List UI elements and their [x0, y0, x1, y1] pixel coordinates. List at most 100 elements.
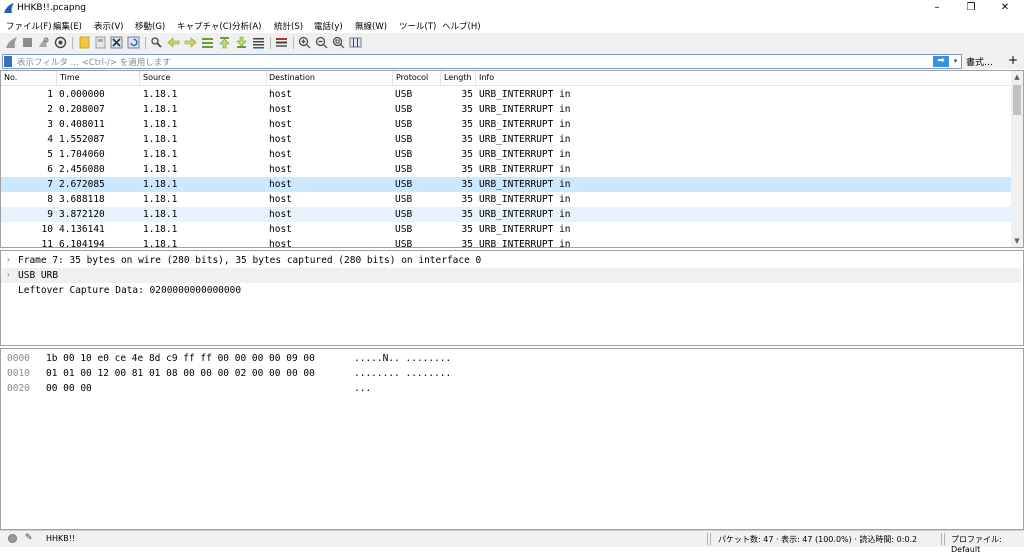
expressions-button[interactable]: 書式… [966, 55, 993, 68]
cell-length: 35 [461, 224, 473, 235]
cell-source: 1.18.1 [143, 104, 178, 115]
display-filter-input[interactable]: 表示フィルタ … <Ctrl-/> を適用します ➡ ▾ [2, 54, 962, 69]
table-row[interactable]: 3 0.408011 1.18.1 host USB 35 URB_INTERRUPT in [1, 117, 1011, 132]
bytes-offset: 0010 [7, 368, 30, 379]
filter-history-dropdown[interactable]: ▾ [951, 56, 960, 67]
expand-arrow-icon[interactable]: › [6, 255, 11, 264]
packet-list-scrollbar[interactable]: ▲ ▼ [1011, 71, 1023, 247]
menu-telephony[interactable]: 電話(y) [314, 20, 343, 32]
cell-source: 1.18.1 [143, 164, 178, 175]
cell-time: 3.872120 [59, 209, 105, 220]
cell-no: 1 [47, 89, 53, 100]
table-row[interactable]: 11 6.104194 1.18.1 host USB 35 URB_INTERRUPT i… [1, 237, 1011, 248]
bytes-hex[interactable]: 1b 00 10 e0 ce 4e 8d c9 ff ff 00 00 00 0… [46, 353, 315, 364]
detail-row-usb-urb[interactable]: › USB URB [1, 268, 1021, 283]
bytes-row[interactable]: 0000 1b 00 10 e0 ce 4e 8d c9 ff ff 00 00… [1, 351, 1021, 366]
menu-capture[interactable]: キャプチャ(C) [177, 20, 232, 32]
open-file-icon[interactable] [78, 36, 91, 49]
menu-statistics[interactable]: 統計(S) [274, 20, 303, 32]
autoscroll-icon[interactable] [252, 36, 265, 49]
go-forward-icon[interactable] [184, 36, 197, 49]
go-to-packet-icon[interactable] [201, 36, 214, 49]
col-header-source[interactable]: Source [143, 73, 170, 82]
menu-go[interactable]: 移動(G) [135, 20, 165, 32]
menu-view[interactable]: 表示(V) [94, 20, 123, 32]
reload-file-icon[interactable] [127, 36, 140, 49]
scrollbar-thumb[interactable] [1013, 85, 1021, 115]
add-filter-button[interactable]: + [1008, 53, 1018, 67]
table-row[interactable]: 6 2.456080 1.18.1 host USB 35 URB_INTERRUPT in [1, 162, 1011, 177]
cell-no: 3 [47, 119, 53, 130]
start-capture-icon[interactable] [5, 36, 18, 49]
cell-length: 35 [461, 119, 473, 130]
bookmark-icon[interactable] [4, 56, 12, 67]
menu-file[interactable]: ファイル(F) [6, 20, 52, 32]
menu-analyze[interactable]: 分析(A) [232, 20, 261, 32]
capture-options-icon[interactable] [54, 36, 67, 49]
colorize-icon[interactable] [275, 36, 288, 49]
col-header-no[interactable]: No. [4, 73, 17, 82]
table-row[interactable]: 5 1.704060 1.18.1 host USB 35 URB_INTERRUPT in [1, 147, 1011, 162]
go-first-packet-icon[interactable] [218, 36, 231, 49]
menu-help[interactable]: ヘルプ(H) [442, 20, 481, 32]
minimize-button[interactable]: – [920, 0, 954, 17]
close-file-icon[interactable] [110, 36, 123, 49]
bytes-hex[interactable]: 00 00 00 [46, 383, 92, 394]
cell-time: 6.104194 [59, 239, 105, 248]
table-row[interactable]: 4 1.552087 1.18.1 host USB 35 URB_INTERRUPT in [1, 132, 1011, 147]
cell-info: URB_INTERRUPT in [479, 194, 571, 205]
cell-info: URB_INTERRUPT in [479, 89, 571, 100]
col-header-info[interactable]: Info [479, 73, 494, 82]
bytes-ascii[interactable]: ... [354, 383, 371, 394]
expand-arrow-icon[interactable]: › [6, 270, 11, 279]
go-back-icon[interactable] [167, 36, 180, 49]
menu-wireless[interactable]: 無線(W) [355, 20, 387, 32]
menu-tools[interactable]: ツール(T) [399, 20, 436, 32]
restart-capture-icon[interactable] [37, 36, 50, 49]
cell-info: URB_INTERRUPT in [479, 149, 571, 160]
detail-row-frame[interactable]: › Frame 7: 35 bytes on wire (280 bits), … [1, 253, 1021, 268]
save-file-icon[interactable] [94, 36, 107, 49]
bytes-row[interactable]: 0020 00 00 00 ... [1, 381, 1021, 396]
bytes-ascii[interactable]: .....N.. ........ [354, 353, 451, 364]
table-row[interactable]: 10 4.136141 1.18.1 host USB 35 URB_INTERRUPT i… [1, 222, 1011, 237]
col-header-time[interactable]: Time [60, 73, 80, 82]
stop-capture-icon[interactable] [21, 36, 34, 49]
table-row[interactable]: 2 0.208007 1.18.1 host USB 35 URB_INTERRUPT in [1, 102, 1011, 117]
apply-filter-button[interactable]: ➡ [933, 56, 949, 67]
scroll-down-icon[interactable]: ▼ [1011, 235, 1023, 247]
comment-pen-icon[interactable]: ✎ [25, 533, 33, 543]
detail-text: USB URB [18, 270, 59, 281]
zoom-normal-icon[interactable] [332, 36, 345, 49]
cell-length: 35 [461, 134, 473, 145]
bytes-row[interactable]: 0010 01 01 00 12 00 81 01 08 00 00 00 02… [1, 366, 1021, 381]
expert-info-icon[interactable] [8, 534, 17, 543]
bytes-hex[interactable]: 01 01 00 12 00 81 01 08 00 00 00 02 00 0… [46, 368, 315, 379]
table-row[interactable]: 8 3.688118 1.18.1 host USB 35 URB_INTERRUPT in [1, 192, 1011, 207]
filter-placeholder: 表示フィルタ … <Ctrl-/> を適用します [17, 58, 171, 68]
menu-edit[interactable]: 編集(E) [53, 20, 82, 32]
zoom-in-icon[interactable] [298, 36, 311, 49]
bytes-ascii[interactable]: ........ ........ [354, 368, 451, 379]
go-last-packet-icon[interactable] [235, 36, 248, 49]
cell-destination: host [269, 149, 292, 160]
table-row[interactable]: 9 3.872120 1.18.1 host USB 35 URB_INTERRUPT in [1, 207, 1011, 222]
col-header-protocol[interactable]: Protocol [396, 73, 428, 82]
status-profile[interactable]: プロファイル: Default [951, 534, 1024, 554]
cell-no: 4 [47, 134, 53, 145]
table-row[interactable]: 1 0.000000 1.18.1 host USB 35 URB_INTERRUPT in [1, 87, 1011, 102]
cell-destination: host [269, 119, 292, 130]
col-header-destination[interactable]: Destination [269, 73, 315, 82]
cell-info: URB_INTERRUPT in [479, 239, 571, 248]
detail-row-leftover-data[interactable]: Leftover Capture Data: 0200000000000000 [1, 283, 1021, 298]
resize-columns-icon[interactable] [349, 36, 362, 49]
zoom-out-icon[interactable] [315, 36, 328, 49]
close-button[interactable]: ✕ [988, 0, 1022, 17]
scroll-up-icon[interactable]: ▲ [1011, 71, 1023, 83]
cell-destination: host [269, 209, 292, 220]
cell-protocol: USB [395, 239, 413, 248]
table-row[interactable]: 7 2.672085 1.18.1 host USB 35 URB_INTERRUPT in [1, 177, 1011, 192]
find-packet-icon[interactable] [150, 36, 163, 49]
maximize-button[interactable]: ❐ [954, 0, 988, 17]
col-header-length[interactable]: Length [444, 73, 472, 82]
